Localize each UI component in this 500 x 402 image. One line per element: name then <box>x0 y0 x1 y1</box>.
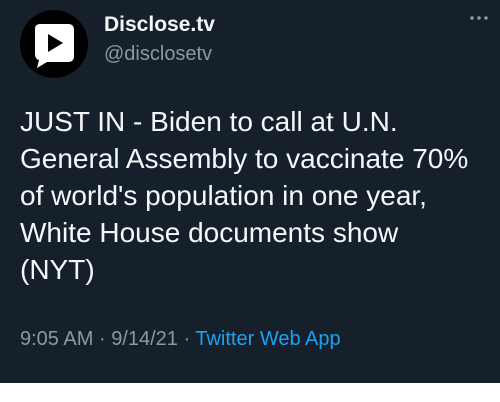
disclose-tv-logo-icon <box>35 24 74 68</box>
tweet-time[interactable]: 9:05 AM <box>20 328 93 350</box>
tweet-text-line: of world's population in one year, <box>20 180 427 211</box>
tweet-text-line: (NYT) <box>20 254 95 285</box>
avatar[interactable] <box>20 10 88 78</box>
meta-separator: · <box>98 328 106 350</box>
display-name[interactable]: Disclose.tv <box>104 12 215 38</box>
tweet-text: JUST IN - Biden to call at U.N. General … <box>20 103 488 288</box>
tweet-meta: 9:05 AM · 9/14/21 · Twitter Web App <box>20 326 341 352</box>
tweet-text-line: JUST IN - Biden to call at U.N. <box>20 106 398 137</box>
more-horizontal-icon[interactable] <box>466 8 492 28</box>
tweet-card: Disclose.tv @disclosetv JUST IN - Biden … <box>0 0 500 383</box>
meta-separator: · <box>183 328 191 350</box>
tweet-date[interactable]: 9/14/21 <box>111 328 178 350</box>
tweet-source-link[interactable]: Twitter Web App <box>195 328 340 350</box>
tweet-text-line: General Assembly to vaccinate 70% <box>20 143 469 174</box>
tweet-text-line: White House documents show <box>20 217 399 248</box>
user-handle[interactable]: @disclosetv <box>104 41 212 67</box>
